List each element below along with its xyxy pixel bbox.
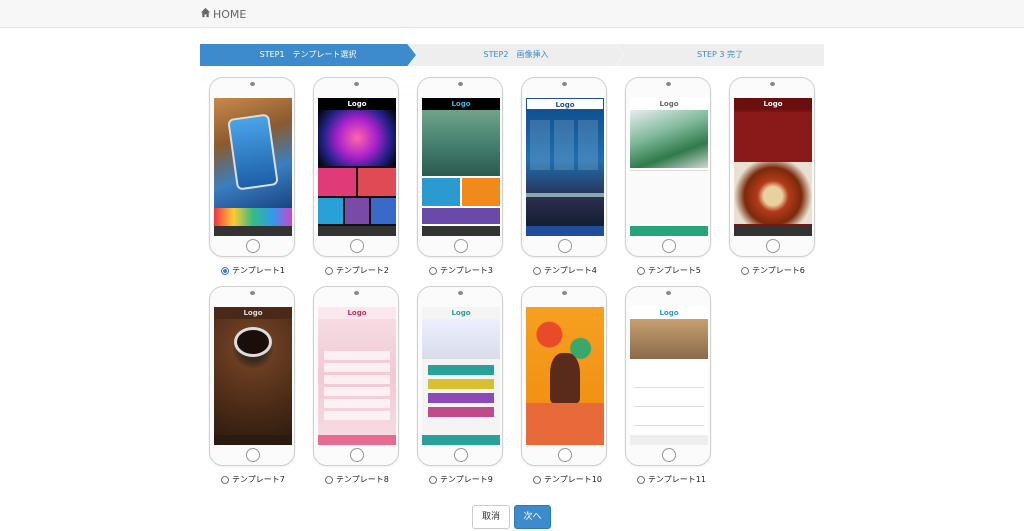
phone-frame: Logo xyxy=(313,77,399,257)
template-radio-4[interactable]: テンプレート4 xyxy=(533,265,597,276)
phone-frame: Logo xyxy=(521,77,607,257)
step-progress: STEP1 テンプレート選択 STEP2 画像挿入 STEP 3 完了 xyxy=(200,44,824,66)
template-preview-4: Logo xyxy=(526,98,604,236)
top-bar: HOME xyxy=(0,0,1024,28)
radio-button[interactable] xyxy=(221,475,229,484)
home-icon xyxy=(200,7,213,21)
radio-button[interactable] xyxy=(533,475,541,484)
phone-frame: Logo xyxy=(417,77,503,257)
phone-frame: Logo xyxy=(209,286,295,466)
phone-frame: Logo xyxy=(313,286,399,466)
template-radio-7[interactable]: テンプレート7 xyxy=(221,474,285,485)
step-2: STEP2 画像挿入 xyxy=(408,44,624,66)
template-preview-9: Logo xyxy=(422,307,500,445)
template-radio-2[interactable]: テンプレート2 xyxy=(325,265,389,276)
step-3: STEP 3 完了 xyxy=(616,44,824,66)
template-preview-2: Logo xyxy=(318,98,396,236)
radio-button[interactable] xyxy=(325,266,333,275)
template-preview-8: Logo xyxy=(318,307,396,445)
radio-button[interactable] xyxy=(741,266,749,275)
template-radio-10[interactable]: テンプレート10 xyxy=(533,474,602,485)
template-preview-10 xyxy=(526,307,604,445)
next-button[interactable]: 次へ xyxy=(514,505,551,529)
radio-button[interactable] xyxy=(429,266,437,275)
radio-button[interactable] xyxy=(325,475,333,484)
home-label: HOME xyxy=(213,7,247,21)
template-radio-8[interactable]: テンプレート8 xyxy=(325,474,389,485)
phone-frame: Logo xyxy=(625,286,711,466)
template-preview-3: Logo xyxy=(422,98,500,236)
phone-frame xyxy=(209,77,295,257)
phone-frame: Logo xyxy=(625,77,711,257)
radio-button[interactable] xyxy=(221,266,229,275)
step-1: STEP1 テンプレート選択 xyxy=(200,44,416,66)
phone-frame: Logo xyxy=(417,286,503,466)
template-preview-1 xyxy=(214,98,292,236)
template-preview-6: Logo xyxy=(734,98,812,236)
template-radio-5[interactable]: テンプレート5 xyxy=(637,265,701,276)
template-preview-11: Logo xyxy=(630,307,708,445)
phone-frame xyxy=(521,286,607,466)
template-preview-7: Logo xyxy=(214,307,292,445)
template-radio-9[interactable]: テンプレート9 xyxy=(429,474,493,485)
template-preview-5: Logo xyxy=(630,98,708,236)
home-link[interactable]: HOME xyxy=(200,7,246,21)
radio-button[interactable] xyxy=(637,266,645,275)
template-radio-1[interactable]: テンプレート1 xyxy=(221,265,285,276)
template-radio-11[interactable]: テンプレート11 xyxy=(637,474,706,485)
template-radio-3[interactable]: テンプレート3 xyxy=(429,265,493,276)
cancel-button[interactable]: 取消 xyxy=(472,505,510,529)
radio-button[interactable] xyxy=(637,475,645,484)
radio-button[interactable] xyxy=(429,475,437,484)
radio-button[interactable] xyxy=(533,266,541,275)
phone-frame: Logo xyxy=(729,77,815,257)
template-radio-6[interactable]: テンプレート6 xyxy=(741,265,805,276)
